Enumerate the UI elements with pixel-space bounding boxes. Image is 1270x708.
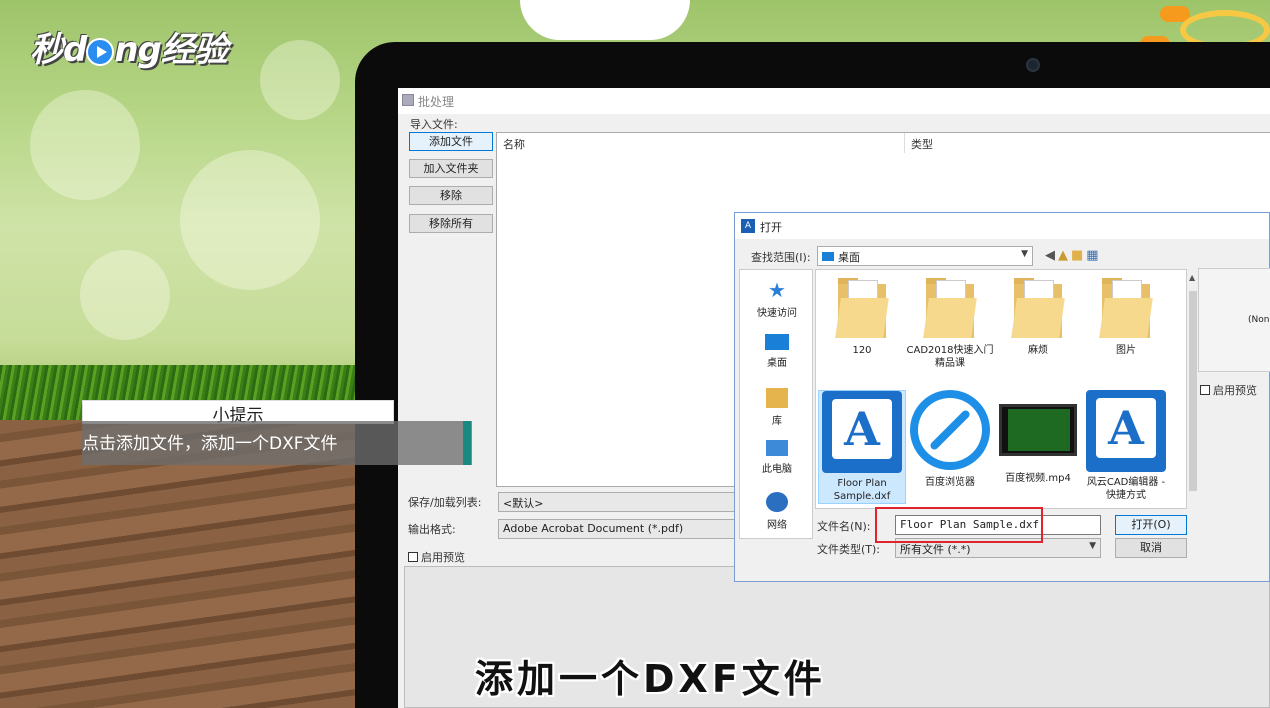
window-title: 批处理 — [418, 95, 455, 109]
filetype-label: 文件类型(T): — [817, 543, 881, 556]
cancel-button[interactable]: 取消 — [1115, 538, 1187, 558]
back-icon[interactable]: ◀ — [1045, 248, 1058, 263]
place-computer[interactable]: 此电脑 — [740, 440, 814, 475]
column-name[interactable]: 名称 — [497, 133, 905, 153]
cad-app-shortcut-icon: A — [1086, 390, 1166, 472]
browser-icon — [910, 390, 990, 470]
dialog-preview-checkbox[interactable]: 启用预览 — [1200, 382, 1257, 398]
remove-button[interactable]: 移除 — [409, 186, 493, 205]
bokeh-light — [260, 40, 340, 120]
save-list-combo[interactable]: <默认> — [498, 492, 738, 512]
batch-titlebar: 批处理 — [398, 88, 1270, 114]
new-folder-icon[interactable]: ■ — [1071, 248, 1086, 263]
video-icon — [999, 404, 1077, 456]
desktop-icon — [765, 334, 789, 350]
chevron-down-icon: ▼ — [1089, 541, 1096, 551]
checkbox-box[interactable] — [408, 552, 418, 562]
file-item[interactable]: 图片 — [1082, 276, 1170, 357]
folder-icon — [923, 276, 977, 338]
view-menu-icon[interactable]: ▦ — [1086, 248, 1101, 263]
network-icon — [766, 492, 788, 512]
place-quick-access[interactable]: ★ 快速访问 — [740, 280, 814, 319]
add-folder-button[interactable]: 加入文件夹 — [409, 159, 493, 178]
webcam — [1026, 58, 1040, 72]
app-icon — [402, 94, 414, 106]
file-item[interactable]: 百度视频.mp4 — [994, 390, 1082, 485]
lookin-combo[interactable]: 桌面 ▼ — [817, 246, 1033, 266]
place-network[interactable]: 网络 — [740, 492, 814, 531]
desktop-icon — [822, 252, 834, 261]
output-format-label: 输出格式: — [408, 523, 456, 536]
file-item[interactable]: 120 — [818, 276, 906, 357]
screen: 批处理 导入文件: 添加文件 加入文件夹 移除 移除所有 名称 类型 保存/加载… — [398, 88, 1270, 708]
up-folder-icon[interactable]: ▲ — [1058, 248, 1071, 263]
file-browser[interactable]: 120 CAD2018快速入门精品课 麻烦 图片 A Floor Plan Sa… — [815, 269, 1187, 509]
bokeh-light — [30, 90, 140, 200]
bokeh-light — [80, 250, 170, 340]
highlight-box — [875, 507, 1043, 543]
lookin-label: 查找范围(I): — [751, 251, 811, 264]
file-item[interactable]: CAD2018快速入门精品课 — [906, 276, 994, 370]
file-item-selected[interactable]: A Floor Plan Sample.dxf — [818, 390, 906, 504]
enable-preview-checkbox[interactable]: 启用预览 — [408, 549, 465, 565]
folder-icon — [1099, 276, 1153, 338]
scroll-thumb[interactable] — [1189, 291, 1197, 491]
library-icon — [766, 388, 788, 408]
video-caption: 添加一个DXF文件 — [475, 657, 826, 701]
play-icon — [86, 37, 115, 66]
computer-icon — [766, 440, 788, 456]
filename-label: 文件名(N): — [817, 520, 871, 533]
import-label: 导入文件: — [410, 118, 458, 131]
tip-accent-bar — [463, 421, 471, 465]
place-library[interactable]: 库 — [740, 388, 814, 427]
nav-toolbar: ◀▲■▦ — [1045, 248, 1102, 263]
bokeh-light — [180, 150, 320, 290]
save-list-label: 保存/加载列表: — [408, 496, 482, 509]
cad-app-icon: A — [741, 219, 755, 233]
file-item[interactable]: A 风云CAD编辑器 - 快捷方式 — [1082, 390, 1170, 502]
remove-all-button[interactable]: 移除所有 — [409, 214, 493, 233]
open-dialog: A 打开 查找范围(I): 桌面 ▼ ◀▲■▦ ★快速访问 桌面 库 此电脑 — [734, 212, 1270, 582]
folder-icon — [835, 276, 889, 338]
chevron-down-icon: ▼ — [1021, 249, 1028, 259]
file-item[interactable]: 麻烦 — [994, 276, 1082, 357]
add-file-button[interactable]: 添加文件 — [409, 132, 493, 151]
dialog-preview-pane: (None — [1198, 268, 1270, 372]
cloud-decoration — [520, 0, 690, 40]
dialog-titlebar: A 打开 — [735, 213, 1269, 239]
tip-text: 点击添加文件，添加一个DXF文件 — [82, 434, 338, 454]
output-format-combo[interactable]: Adobe Acrobat Document (*.pdf) — [498, 519, 738, 539]
open-button[interactable]: 打开(O) — [1115, 515, 1187, 535]
star-icon: ★ — [768, 278, 786, 302]
place-desktop[interactable]: 桌面 — [740, 334, 814, 369]
cad-file-icon: A — [822, 391, 902, 473]
folder-icon — [1011, 276, 1065, 338]
scroll-up-icon[interactable]: ▲ — [1189, 273, 1195, 282]
file-item[interactable]: 百度浏览器 — [906, 390, 994, 489]
watermark-logo: 秒d ng经验 — [30, 30, 228, 70]
places-bar: ★ 快速访问 桌面 库 此电脑 网络 — [739, 269, 813, 539]
column-type[interactable]: 类型 — [905, 133, 1270, 153]
dialog-title: 打开 — [760, 221, 782, 234]
